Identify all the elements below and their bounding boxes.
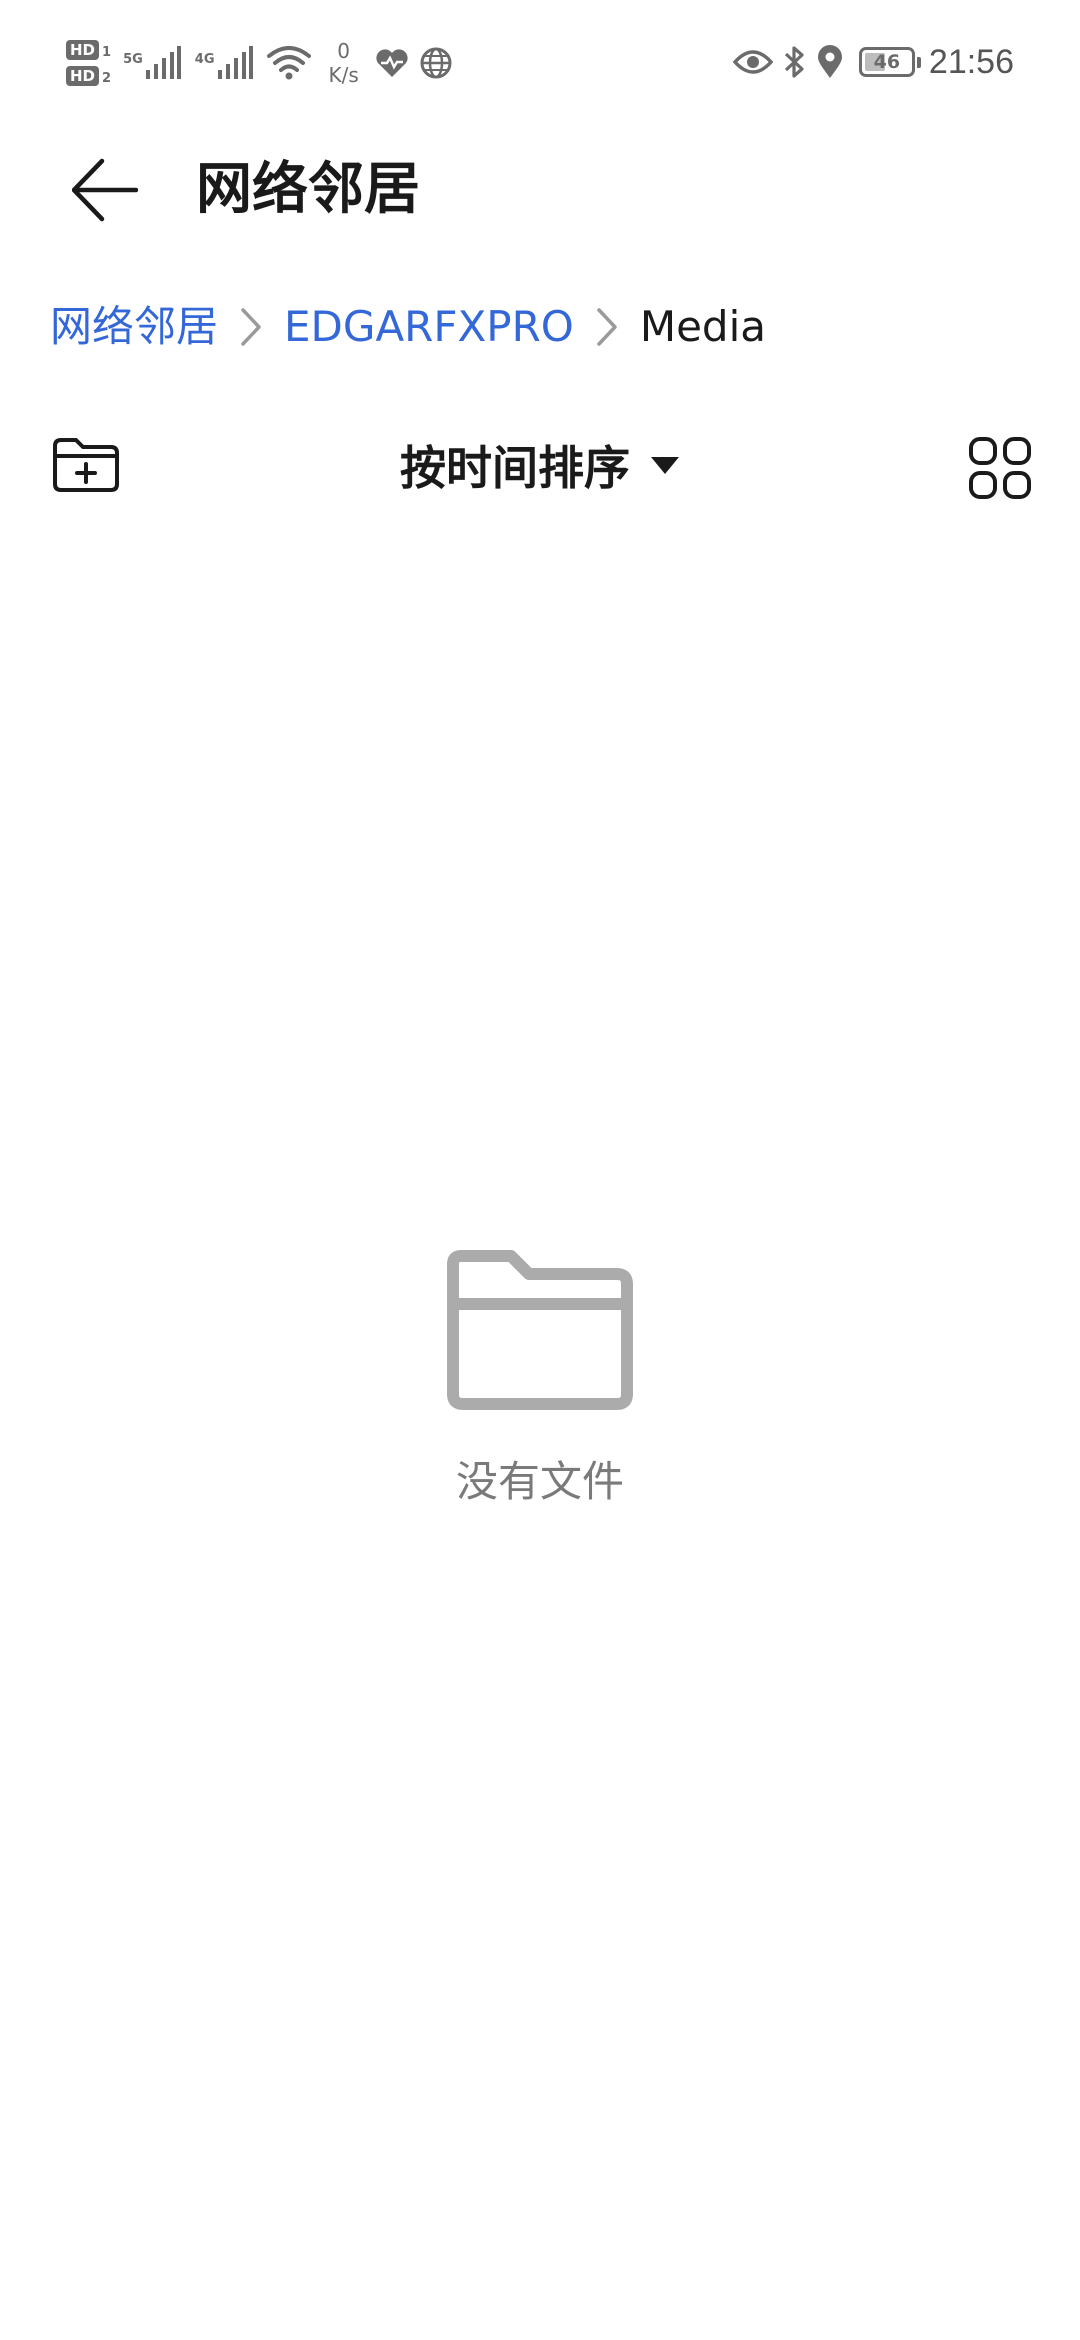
breadcrumb-item-host[interactable]: EDGARFXPRO bbox=[284, 299, 574, 355]
vpn-icon bbox=[419, 46, 453, 80]
page-title: 网络邻居 bbox=[196, 157, 420, 222]
hd1-badge: HD bbox=[66, 40, 100, 60]
new-folder-icon bbox=[53, 438, 119, 492]
network-type-5g: 5G bbox=[123, 52, 143, 67]
clock: 21:56 bbox=[928, 42, 1014, 81]
speed-value: 0 bbox=[337, 39, 350, 63]
hd2-badge: HD bbox=[66, 66, 100, 86]
wifi-icon bbox=[266, 46, 311, 80]
status-bar: HD 1 HD 2 5G 4G 0 K/s 46 21:56 bbox=[0, 0, 1080, 120]
sort-label: 按时间排序 bbox=[400, 441, 630, 495]
hd-indicators: HD 1 HD 2 bbox=[66, 40, 111, 86]
sort-dropdown[interactable]: 按时间排序 bbox=[400, 430, 680, 500]
empty-message: 没有文件 bbox=[455, 1457, 624, 1506]
back-button[interactable] bbox=[60, 150, 150, 230]
title-bar: 网络邻居 bbox=[0, 130, 1080, 250]
network-speed: 0 K/s bbox=[329, 39, 359, 87]
signal-5g: 5G bbox=[123, 46, 181, 80]
battery-level: 46 bbox=[873, 51, 901, 73]
bluetooth-icon bbox=[783, 44, 807, 80]
hd2-sub: 2 bbox=[102, 71, 112, 86]
folder-icon bbox=[447, 1250, 633, 1410]
grid-view-button[interactable] bbox=[960, 428, 1040, 508]
status-bar-right: 46 21:56 bbox=[732, 34, 1014, 90]
back-arrow-icon bbox=[72, 158, 138, 222]
grid-view-icon bbox=[969, 437, 1031, 499]
breadcrumb-item-current: Media bbox=[639, 302, 767, 351]
status-bar-left: HD 1 HD 2 5G 4G 0 K/s bbox=[66, 30, 463, 96]
breadcrumb: 网络邻居 EDGARFXPRO Media bbox=[50, 292, 766, 362]
speed-unit: K/s bbox=[328, 63, 359, 87]
hd1-sub: 1 bbox=[102, 45, 112, 60]
health-icon bbox=[375, 48, 409, 78]
hd1-indicator: HD 1 bbox=[66, 40, 111, 60]
dropdown-caret-icon bbox=[650, 455, 680, 475]
eye-icon bbox=[732, 48, 773, 76]
hd2-indicator: HD 2 bbox=[66, 66, 111, 86]
toolbar: 按时间排序 bbox=[0, 420, 1080, 510]
signal-4g: 4G bbox=[195, 46, 253, 80]
signal-icon bbox=[217, 46, 253, 79]
empty-state: 没有文件 bbox=[0, 1250, 1080, 1509]
signal-icon bbox=[145, 46, 181, 79]
breadcrumb-item-network[interactable]: 网络邻居 bbox=[50, 299, 218, 355]
network-type-4g: 4G bbox=[194, 52, 215, 67]
chevron-right-icon bbox=[240, 307, 262, 347]
new-folder-button[interactable] bbox=[46, 428, 126, 502]
location-icon bbox=[817, 45, 843, 79]
chevron-right-icon bbox=[596, 307, 618, 347]
battery-icon: 46 bbox=[858, 47, 921, 77]
